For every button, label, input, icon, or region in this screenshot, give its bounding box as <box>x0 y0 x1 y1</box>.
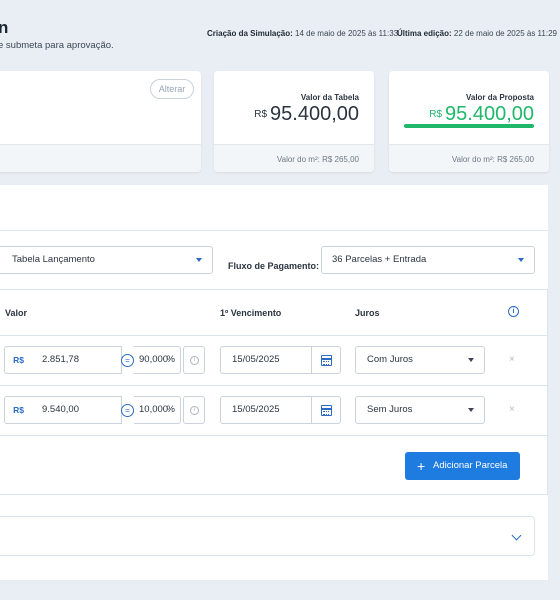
panel-divider <box>0 230 548 231</box>
fluxo-label: Fluxo de Pagamento: <box>228 261 320 271</box>
unit-card-footer <box>0 144 201 172</box>
chevron-down-icon <box>468 408 474 412</box>
percent-value: 90,000 <box>139 354 169 365</box>
collapsible-section[interactable] <box>0 516 535 556</box>
fluxo-select[interactable]: 36 Parcelas + Entrada <box>321 246 535 274</box>
equals-icon[interactable]: = <box>121 404 134 417</box>
creation-label: Criação da Simulação: <box>207 29 293 38</box>
valor-input[interactable]: 2.851,78 <box>32 346 122 374</box>
calendar-icon <box>321 405 332 416</box>
chevron-down-icon <box>196 258 202 262</box>
alterar-button[interactable]: Alterar <box>150 79 194 99</box>
percent-input[interactable]: 10,000% <box>134 396 181 424</box>
currency-addon: R$ <box>4 396 33 424</box>
proposal-value-footer: Valor do m²: R$ 265,00 <box>389 144 549 172</box>
proposal-value-number: 95.400,00 <box>445 103 534 125</box>
header-vencimento: 1º Vencimento <box>220 308 282 318</box>
proposal-value-card: Valor da Proposta R$ 95.400,00 Valor do m… <box>389 71 549 172</box>
table-row: R$ 9.540,00 = 10,000% i 15/05/2025 Sem J… <box>0 386 547 436</box>
percent-symbol: % <box>166 354 175 365</box>
table-value-m2: Valor do m²: R$ 265,00 <box>276 155 359 164</box>
last-edit-label: Última edição: <box>397 29 452 38</box>
proposal-progress-bar <box>404 124 534 128</box>
add-installment-button[interactable]: + Adicionar Parcela <box>405 452 520 480</box>
juros-value: Sem Juros <box>367 404 413 415</box>
info-button[interactable]: i <box>183 396 205 424</box>
table-value-label: Valor da Tabela <box>300 93 359 102</box>
proposal-value-m2: Valor do m²: R$ 265,00 <box>451 155 534 164</box>
last-edit-info: Última edição: 22 de maio de 2025 às 11:… <box>397 29 557 38</box>
table-value-footer: Valor do m²: R$ 265,00 <box>214 144 374 172</box>
info-icon: i <box>190 406 199 415</box>
proposal-value-currency: R$ <box>429 109 443 120</box>
due-date-input[interactable]: 15/05/2025 <box>220 396 312 424</box>
valor-input[interactable]: 9.540,00 <box>32 396 122 424</box>
proposal-value-label: Valor da Proposta <box>465 93 534 102</box>
calendar-icon <box>321 355 332 366</box>
calendar-button[interactable] <box>311 346 341 374</box>
juros-select[interactable]: Sem Juros <box>355 396 485 424</box>
equals-icon[interactable]: = <box>121 354 134 367</box>
percent-value: 10,000 <box>139 404 169 415</box>
table-value-currency: R$ <box>254 109 268 120</box>
chevron-down-icon <box>511 530 522 541</box>
table-row: R$ 2.851,78 = 90,000% i 15/05/2025 Com J… <box>0 336 547 386</box>
add-installment-label: Adicionar Parcela <box>433 460 508 471</box>
chevron-down-icon <box>468 358 474 362</box>
chevron-down-icon <box>518 258 524 262</box>
table-header: Valor 1º Vencimento Juros <box>0 290 547 336</box>
info-icon: i <box>190 356 199 365</box>
table-value-number: 95.400,00 <box>270 103 359 125</box>
header-valor: Valor <box>5 308 28 318</box>
fluxo-select-value: 36 Parcelas + Entrada <box>332 254 427 265</box>
juros-select[interactable]: Com Juros <box>355 346 485 374</box>
juros-value: Com Juros <box>367 354 413 365</box>
juros-info-icon[interactable]: i <box>508 306 519 317</box>
page-title: n <box>0 18 9 37</box>
table-value-amount: R$ 95.400,00 <box>254 103 359 126</box>
info-button[interactable]: i <box>183 346 205 374</box>
proposal-value-amount: R$ 95.400,00 <box>429 103 534 126</box>
tabela-select[interactable]: Tabela Lançamento <box>0 246 213 274</box>
last-edit-date: 22 de maio de 2025 às 11:29 <box>453 29 557 38</box>
table-value-card: Valor da Tabela R$ 95.400,00 Valor do m²:… <box>214 71 374 172</box>
remove-row-icon[interactable]: × <box>509 404 515 415</box>
percent-input[interactable]: 90,000% <box>134 346 181 374</box>
plus-icon: + <box>417 458 426 474</box>
remove-row-icon[interactable]: × <box>509 354 515 365</box>
creation-date: 14 de maio de 2025 às 11:33 <box>295 29 399 38</box>
tabela-select-value: Tabela Lançamento <box>12 254 95 265</box>
calendar-button[interactable] <box>311 396 341 424</box>
creation-info: Criação da Simulação: 14 de maio de 2025… <box>207 29 398 38</box>
page-subtitle: e submeta para aprovação. <box>0 40 114 51</box>
header-juros: Juros <box>355 308 380 318</box>
percent-symbol: % <box>166 404 175 415</box>
currency-addon: R$ <box>4 346 33 374</box>
due-date-input[interactable]: 15/05/2025 <box>220 346 312 374</box>
